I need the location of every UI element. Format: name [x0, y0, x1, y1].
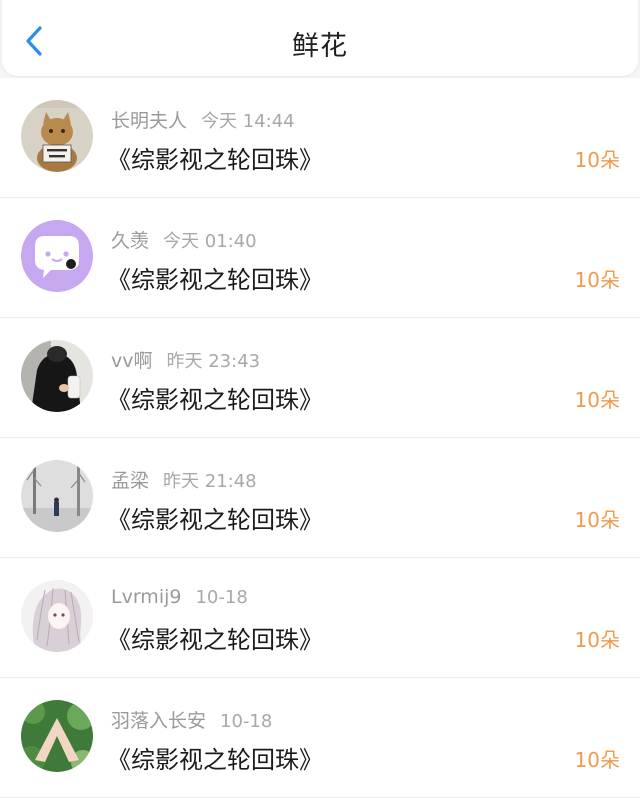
username[interactable]: 久羡: [111, 230, 149, 252]
list-item[interactable]: 长明夫人 今天 14:44 《综影视之轮回珠》 10朵: [0, 78, 640, 198]
flower-count: 10朵: [574, 748, 620, 772]
username[interactable]: 孟梁: [111, 470, 149, 492]
book-title[interactable]: 《综影视之轮回珠》: [107, 260, 323, 295]
avatar[interactable]: [21, 700, 93, 772]
timestamp: 今天 01:40: [163, 231, 257, 252]
book-title[interactable]: 《综影视之轮回珠》: [107, 620, 323, 655]
list-item[interactable]: 久羡 今天 01:40 《综影视之轮回珠》 10朵: [0, 198, 640, 318]
avatar[interactable]: [21, 340, 93, 412]
timestamp: 10-18: [195, 587, 248, 608]
gift-meta: 久羡 今天 01:40: [111, 226, 257, 253]
flower-gift-list: 长明夫人 今天 14:44 《综影视之轮回珠》 10朵 久羡 今天 01:40 《综…: [0, 78, 640, 798]
timestamp: 昨天 23:43: [166, 351, 261, 372]
page-title: 鲜花: [292, 31, 348, 62]
book-title[interactable]: 《综影视之轮回珠》: [107, 380, 323, 415]
flower-count: 10朵: [574, 268, 620, 292]
flower-count: 10朵: [574, 628, 620, 652]
gift-meta: Lvrmij9 10-18: [111, 586, 248, 608]
gift-meta: 孟梁 昨天 21:48: [111, 466, 257, 493]
avatar[interactable]: [21, 220, 93, 292]
book-title[interactable]: 《综影视之轮回珠》: [107, 140, 323, 175]
timestamp: 今天 14:44: [201, 111, 295, 132]
list-item[interactable]: vv啊 昨天 23:43 《综影视之轮回珠》 10朵: [0, 318, 640, 438]
top-bar: 鲜花: [2, 0, 638, 76]
gift-meta: 羽落入长安 10-18: [111, 706, 272, 733]
gift-meta: 长明夫人 今天 14:44: [111, 106, 295, 133]
book-title[interactable]: 《综影视之轮回珠》: [107, 740, 323, 775]
gift-meta: vv啊 昨天 23:43: [111, 346, 260, 373]
flower-count: 10朵: [574, 148, 620, 172]
avatar[interactable]: [21, 100, 93, 172]
list-item[interactable]: 孟梁 昨天 21:48 《综影视之轮回珠》 10朵: [0, 438, 640, 558]
list-item[interactable]: Lvrmij9 10-18 《综影视之轮回珠》 10朵: [0, 558, 640, 678]
list-item[interactable]: 羽落入长安 10-18 《综影视之轮回珠》 10朵: [0, 678, 640, 798]
timestamp: 昨天 21:48: [163, 471, 257, 492]
avatar[interactable]: [21, 580, 93, 652]
username[interactable]: vv啊: [111, 350, 153, 372]
flower-count: 10朵: [574, 508, 620, 532]
avatar[interactable]: [21, 460, 93, 532]
username[interactable]: 长明夫人: [111, 110, 187, 132]
flower-count: 10朵: [574, 388, 620, 412]
timestamp: 10-18: [220, 711, 273, 732]
username[interactable]: 羽落入长安: [111, 710, 206, 732]
username[interactable]: Lvrmij9: [111, 586, 181, 608]
book-title[interactable]: 《综影视之轮回珠》: [107, 500, 323, 535]
